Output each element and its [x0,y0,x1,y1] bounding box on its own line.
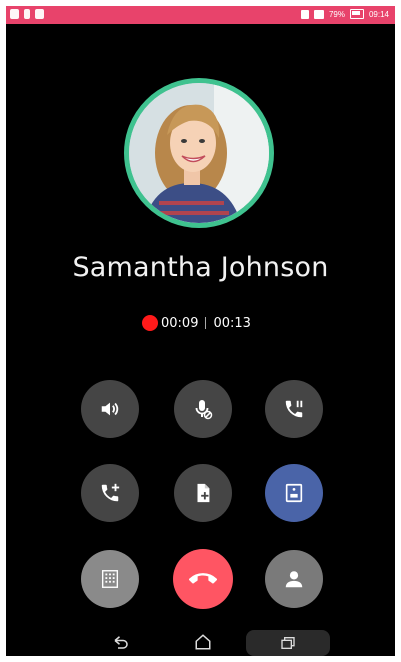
call-duration: 00:13 [213,315,251,331]
mail-notification-icon [35,9,44,19]
person-icon [285,571,303,588]
battery-icon [349,9,364,19]
note-add-icon [197,483,210,503]
contact-button[interactable] [265,550,323,608]
recording-indicator-icon [142,315,158,331]
speaker-button[interactable] [81,380,139,438]
signal-icon [313,9,324,19]
phone-screen: 79% 09:14 Samantha Johnson 00:09 00:13 [6,6,395,656]
add-call-icon [101,483,120,502]
navigation-bar [6,626,395,656]
recent-apps-button[interactable] [246,630,330,656]
chat-notification-icon [10,9,19,19]
notification-icons [10,9,44,19]
recent-apps-icon [281,637,295,649]
record-button[interactable] [265,464,323,522]
mic-off-icon [195,400,213,420]
call-timer: 00:09 00:13 [142,313,251,333]
hold-button[interactable] [265,380,323,438]
call-hold-icon [285,400,303,418]
home-button[interactable] [188,630,218,654]
speaker-icon [101,402,119,416]
end-call-button[interactable] [173,549,233,609]
app-notification-icon [24,9,30,19]
end-call-icon [189,573,217,584]
notes-button[interactable] [174,464,232,522]
recording-time: 00:09 [161,315,199,331]
timer-divider [205,317,207,329]
back-button[interactable] [106,630,136,654]
contact-avatar [124,78,274,228]
mute-button[interactable] [174,380,232,438]
dialpad-icon [101,570,119,588]
status-bar: 79% 09:14 [6,6,395,24]
status-indicators: 79% 09:14 [300,9,389,19]
contact-name: Samantha Johnson [72,252,329,283]
record-icon [285,483,303,503]
battery-percent: 79% [328,9,345,19]
dialpad-button[interactable] [81,550,139,608]
vibrate-icon [300,9,309,19]
back-icon [114,636,128,649]
home-icon [195,634,211,650]
add-call-button[interactable] [81,464,139,522]
status-time: 09:14 [368,9,389,19]
